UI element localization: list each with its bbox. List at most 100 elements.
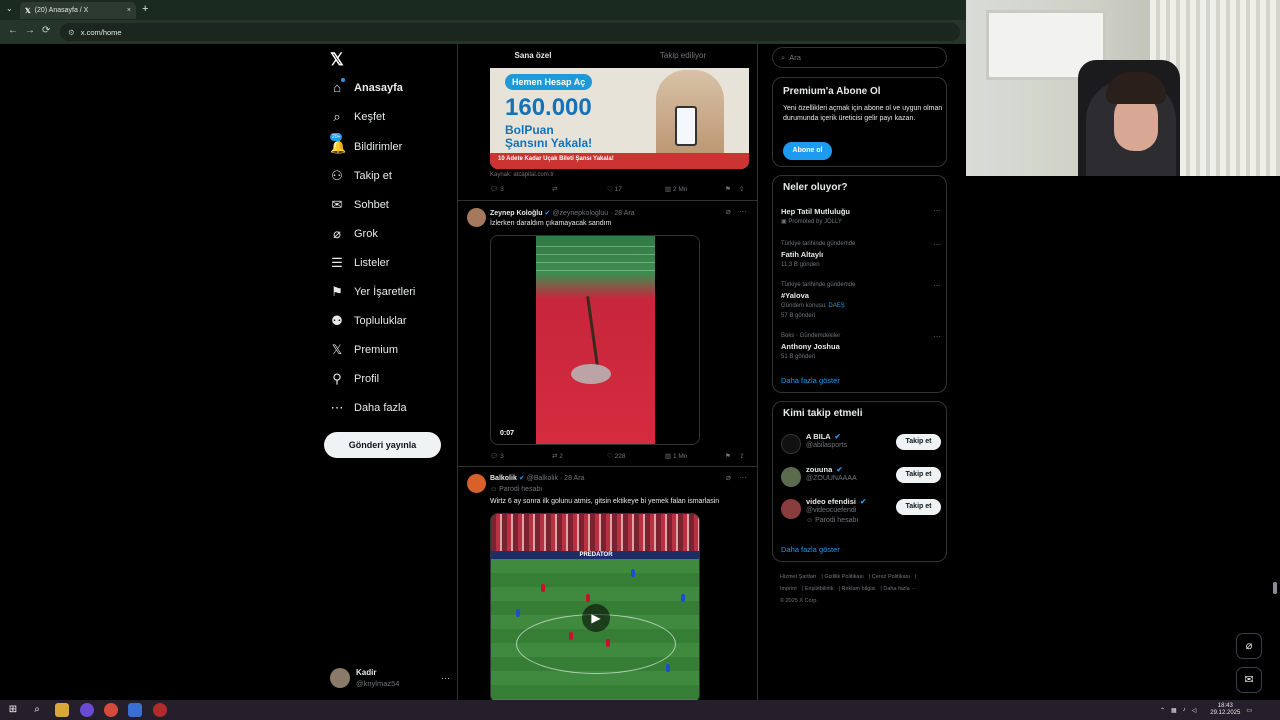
more-icon[interactable]: ··· — [441, 673, 450, 683]
back-icon[interactable]: ← — [8, 25, 18, 36]
more-icon[interactable]: ··· — [933, 240, 941, 249]
nav-profile[interactable]: ⚲ Profil — [330, 371, 379, 387]
discord-icon[interactable] — [80, 703, 94, 717]
more-icon[interactable]: ··· — [739, 473, 747, 482]
account-switcher[interactable]: Kadir @knylmaz54 ··· — [330, 666, 450, 690]
footer-link[interactable]: Daha fazla ··· — [883, 586, 916, 592]
tweet-handle[interactable]: @Balkolik · 28 Ara — [527, 475, 585, 482]
more-icon[interactable]: ··· — [933, 281, 941, 290]
follow-suggestion[interactable]: zouuna ✔ @ZOUUNAAAA Takip et — [781, 465, 941, 493]
ad-image[interactable]: Hemen Hesap Aç 160.000 BolPuan Şansını Y… — [490, 68, 749, 169]
tweet-author-name[interactable]: Zeynep Koloğlu — [490, 210, 543, 217]
like-button[interactable]: ♡ 228 — [607, 452, 665, 460]
browser-tab[interactable]: 𝕏 (20) Anasayfa / X × — [20, 2, 136, 19]
footer-link[interactable]: Erişilebilirlik — [805, 586, 834, 592]
ad-source[interactable]: Kaynak: atcapital.com.tr — [490, 172, 554, 178]
trend-item[interactable]: Hep Tatil Mutluluğu ▣ Promoted by JOLLY … — [781, 206, 941, 227]
grok-icon[interactable]: ⌀ — [726, 207, 731, 216]
nav-bookmarks[interactable]: ⚑ Yer İşaretleri — [330, 284, 415, 300]
new-tab-icon[interactable]: + — [142, 3, 148, 15]
repost-button[interactable]: ⇄ — [552, 185, 607, 193]
tab-for-you[interactable]: Sana özel — [458, 44, 608, 68]
grok-icon[interactable]: ⌀ — [726, 473, 731, 482]
trend-topic-link[interactable]: DAEŞ — [828, 303, 844, 309]
follow-suggestion[interactable]: video efendisi ✔ @videocuefendi ☺ Parodi… — [781, 497, 941, 525]
views-button[interactable]: ▥ 1 Mn — [665, 452, 725, 460]
follow-button[interactable]: Takip et — [896, 467, 941, 483]
trend-item[interactable]: Boks · Gündemdekiler Anthony Joshua 51 B… — [781, 332, 941, 362]
nav-label: Takip et — [354, 170, 392, 182]
messages-float-icon[interactable]: ✉ — [1236, 667, 1262, 693]
nav-label: Premium — [354, 344, 399, 356]
windows-start-icon[interactable]: ⊞ — [6, 703, 20, 717]
subscribe-button[interactable]: Abone ol — [783, 142, 832, 160]
footer-link[interactable]: Gizlilik Politikası — [824, 574, 863, 580]
nav-home[interactable]: ⌂ Anasayfa — [330, 78, 403, 95]
show-more-link[interactable]: Daha fazla göster — [781, 545, 840, 554]
network-icon[interactable]: ▦ — [1171, 707, 1177, 714]
tab-list-chevron-icon[interactable]: ⌄ — [6, 4, 13, 13]
clock[interactable]: 18:43 29.12.2025 — [1204, 703, 1240, 717]
like-button[interactable]: ♡ 17 — [607, 185, 665, 193]
tweet-video[interactable]: PREDATOR ▶ — [490, 513, 700, 700]
mic-icon[interactable]: ♪ — [1183, 707, 1186, 713]
obs-icon[interactable] — [153, 703, 167, 717]
scrollbar-thumb[interactable] — [1273, 582, 1277, 594]
play-icon[interactable]: ▶ — [582, 604, 610, 632]
ad-bottom-banner: 10 Adete Kadar Uçak Bileti Şansı Yakala! — [490, 153, 749, 169]
share-icon[interactable]: ⇪ — [739, 185, 744, 193]
footer-link[interactable]: Çerez Politikası — [872, 574, 910, 580]
repost-button[interactable]: ⇄ 2 — [552, 452, 607, 460]
nav-more[interactable]: ⋯ Daha fazla — [330, 400, 407, 416]
views-button[interactable]: ▥ 2 Mn — [665, 185, 725, 193]
nav-explore[interactable]: ⌕ Keşfet — [330, 109, 385, 125]
tweet-handle[interactable]: @zeynepkologluu · 28 Ara — [552, 210, 634, 217]
show-more-link[interactable]: Daha fazla göster — [781, 376, 840, 385]
more-icon[interactable]: ··· — [933, 332, 941, 341]
chrome-icon[interactable] — [104, 703, 118, 717]
grok-float-icon[interactable]: ⌀ — [1236, 633, 1262, 659]
nav-chat[interactable]: ✉ Sohbet — [330, 197, 389, 213]
bookmark-icon[interactable]: ⚑ — [725, 185, 739, 193]
reply-button[interactable]: 💬︎ 3 — [490, 185, 552, 193]
follow-suggestion[interactable]: A BILA ✔ @abilasports Takip et — [781, 432, 941, 460]
follow-button[interactable]: Takip et — [896, 434, 941, 450]
footer-link[interactable]: Hizmet Şartları — [780, 574, 816, 580]
more-icon[interactable]: ··· — [933, 206, 941, 215]
site-info-icon[interactable]: ⚙ — [68, 28, 75, 37]
speaker-icon[interactable]: ◁ — [1192, 707, 1197, 714]
bookmark-icon[interactable]: ⚑ — [725, 452, 739, 460]
reload-icon[interactable]: ⟳ — [42, 25, 50, 36]
nav-communities[interactable]: ⚉ Topluluklar — [330, 313, 406, 329]
avatar[interactable] — [467, 474, 486, 493]
trend-item[interactable]: Türkiye tarihinde gündemde Fatih Altaylı… — [781, 240, 941, 270]
search-icon[interactable]: ⌕ — [30, 703, 44, 717]
folder-icon[interactable] — [55, 703, 69, 717]
reply-button[interactable]: 💬︎ 3 — [490, 452, 552, 460]
x-logo-icon[interactable]: 𝕏 — [330, 50, 344, 70]
tweet-video[interactable]: 0:07 — [490, 235, 700, 445]
footer-link[interactable]: Reklam bilgisi — [841, 586, 875, 592]
verified-badge-icon: ✔ — [518, 475, 525, 482]
post-button[interactable]: Gönderi yayınla — [324, 432, 441, 458]
nav-grok[interactable]: ⌀ Grok — [330, 226, 378, 242]
nav-notifications[interactable]: 20+ 🔔 Bildirimler — [330, 133, 402, 155]
notification-icon[interactable]: ▭ — [1246, 707, 1252, 714]
nav-premium[interactable]: 𝕏 Premium — [330, 342, 398, 358]
share-icon[interactable]: ⇪ — [739, 452, 744, 460]
chevron-up-icon[interactable]: ⌃ — [1160, 707, 1165, 714]
footer-link[interactable]: Imprint — [780, 586, 797, 592]
follow-button[interactable]: Takip et — [896, 499, 941, 515]
tab-following[interactable]: Takip ediliyor — [608, 44, 757, 68]
search-input[interactable]: ⌕ Ara — [772, 47, 947, 68]
tab-close-icon[interactable]: × — [127, 7, 131, 14]
nav-lists[interactable]: ☰ Listeler — [330, 255, 389, 271]
avatar[interactable] — [467, 208, 486, 227]
trend-item[interactable]: Türkiye tarihinde gündemde #Yalova Günde… — [781, 281, 941, 321]
address-bar[interactable]: ⚙ x.com/home — [60, 23, 960, 41]
tweet-author-name[interactable]: Balkolik — [490, 475, 517, 482]
app-icon[interactable] — [128, 703, 142, 717]
more-icon[interactable]: ··· — [739, 207, 747, 216]
nav-follow[interactable]: ⚇ Takip et — [330, 168, 392, 184]
forward-icon[interactable]: → — [25, 25, 35, 36]
